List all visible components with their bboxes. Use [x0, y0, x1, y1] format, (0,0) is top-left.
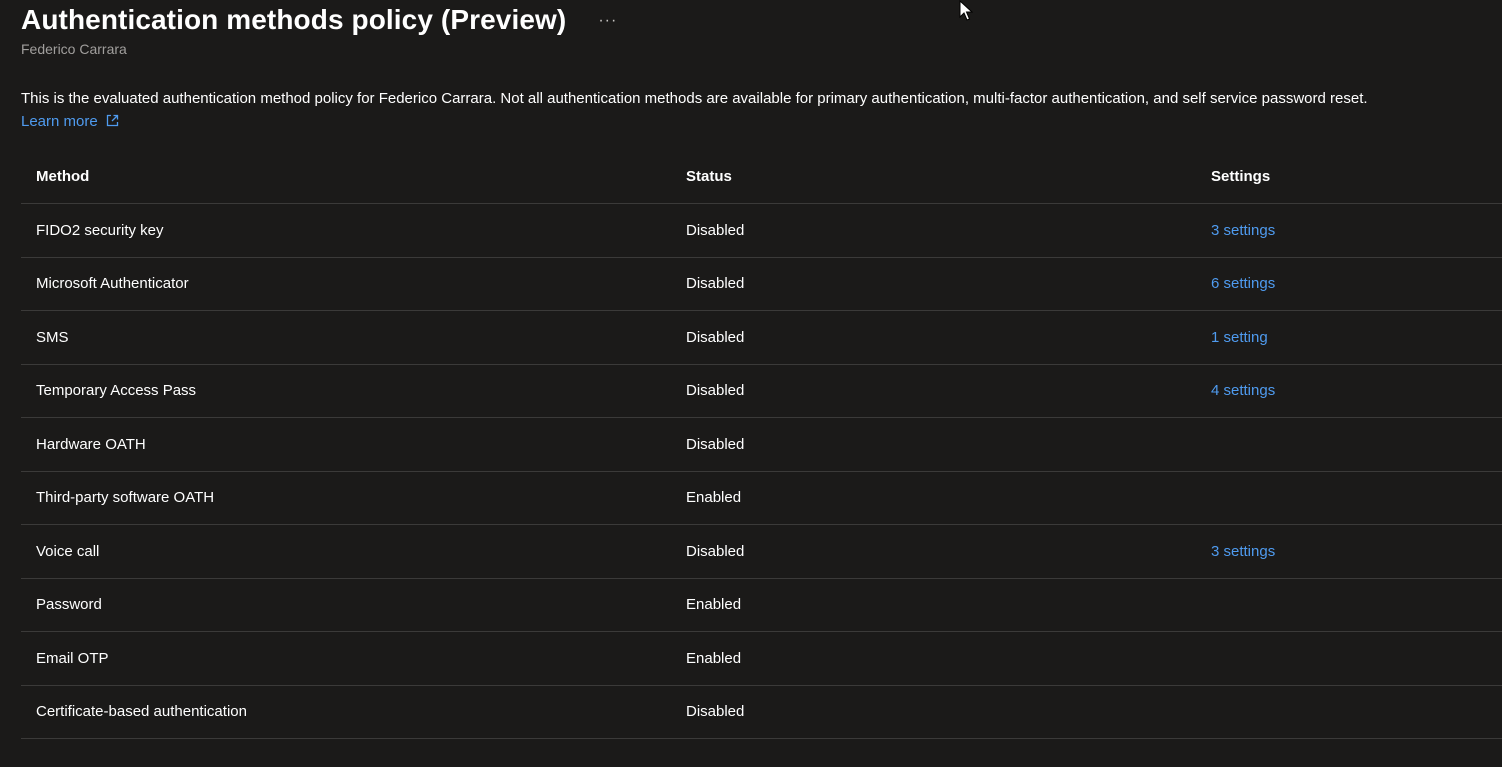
settings-link[interactable]: 3 settings [1211, 222, 1275, 239]
settings-cell: 4 settings [1196, 382, 1502, 399]
settings-link[interactable]: 3 settings [1211, 543, 1275, 560]
status-cell: Enabled [686, 649, 742, 667]
method-cell: Microsoft Authenticator [36, 275, 189, 293]
column-header-status: Status [686, 168, 732, 185]
learn-more-label: Learn more [21, 113, 98, 130]
page-title: Authentication methods policy (Preview) [21, 4, 567, 35]
table-row: Microsoft Authenticator Disabled 6 setting… [21, 258, 1502, 311]
settings-link[interactable]: 6 settings [1211, 275, 1275, 292]
policy-description: This is the evaluated authentication met… [21, 87, 1491, 133]
status-cell: Disabled [686, 382, 745, 400]
status-cell: Disabled [686, 221, 745, 239]
method-cell: Hardware OATH [36, 435, 146, 453]
method-cell: Certificate-based authentication [36, 703, 247, 721]
method-cell: Password [36, 596, 102, 614]
methods-table: Method Status Settings FIDO2 security ke… [21, 150, 1502, 739]
more-options-icon[interactable]: ··· [598, 13, 617, 29]
table-row: FIDO2 security key Disabled 3 settings [21, 204, 1502, 258]
method-cell: Email OTP [36, 649, 109, 667]
settings-link[interactable]: 4 settings [1211, 382, 1275, 399]
table-row: Voice call Disabled 3 settings [21, 525, 1502, 579]
status-cell: Enabled [686, 489, 742, 507]
description-text: This is the evaluated authentication met… [21, 90, 1368, 107]
method-cell: Temporary Access Pass [36, 382, 197, 400]
status-cell: Disabled [686, 542, 745, 560]
method-cell: FIDO2 security key [36, 221, 164, 239]
external-link-icon [106, 114, 119, 127]
table-row: Email OTP Enabled [21, 632, 1502, 686]
status-cell: Enabled [686, 596, 742, 614]
table-row: Hardware OATH Disabled [21, 418, 1502, 472]
status-cell: Disabled [686, 275, 745, 293]
method-cell: Voice call [36, 542, 100, 560]
table-row: Temporary Access Pass Disabled 4 settings [21, 365, 1502, 418]
settings-cell: 1 setting [1196, 329, 1502, 346]
table-row: Certificate-based authentication Disabled [21, 686, 1502, 739]
page: Authentication methods policy (Preview) … [0, 0, 1502, 767]
status-cell: Disabled [686, 703, 745, 721]
mouse-pointer-icon [959, 0, 973, 21]
table-body: FIDO2 security key Disabled 3 settings Micr… [21, 204, 1502, 739]
settings-cell: 3 settings [1196, 222, 1502, 239]
table-row: SMS Disabled 1 setting [21, 311, 1502, 365]
status-cell: Disabled [686, 435, 745, 453]
learn-more-link[interactable]: Learn more [21, 113, 119, 130]
method-cell: SMS [36, 328, 69, 346]
column-header-method: Method [36, 168, 90, 185]
method-cell: Third-party software OATH [36, 489, 215, 507]
status-cell: Disabled [686, 328, 745, 346]
table-row: Third-party software OATH Enabled [21, 472, 1502, 525]
table-row: Password Enabled [21, 579, 1502, 632]
settings-cell: 3 settings [1196, 543, 1502, 560]
settings-cell: 6 settings [1196, 275, 1502, 292]
title-row: Authentication methods policy (Preview) … [21, 3, 617, 37]
table-header: Method Status Settings [21, 150, 1502, 204]
page-subtitle: Federico Carrara [21, 41, 127, 57]
settings-link[interactable]: 1 setting [1211, 329, 1268, 346]
column-header-settings: Settings [1211, 168, 1271, 185]
